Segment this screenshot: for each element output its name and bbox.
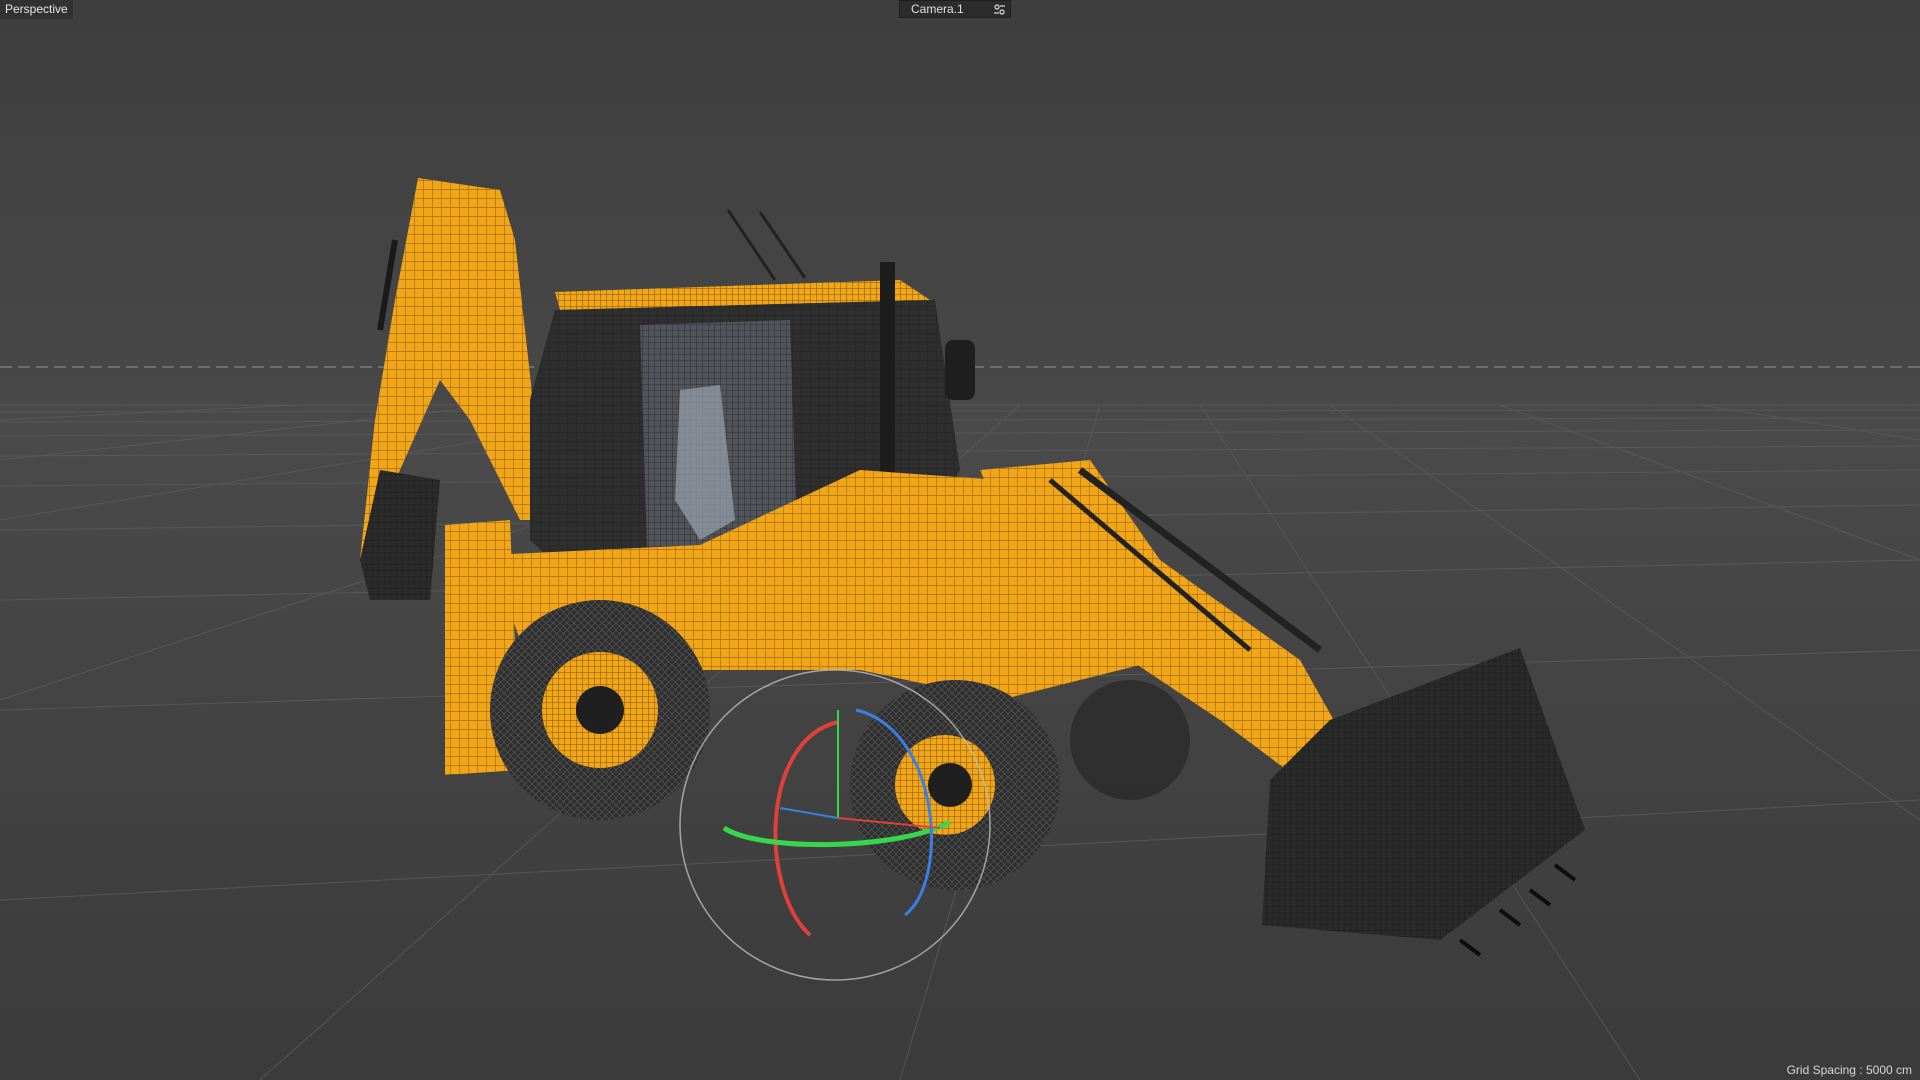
rear-wheel xyxy=(490,600,710,820)
camera-settings-icon[interactable] xyxy=(993,3,1006,16)
grid-spacing-label: Grid Spacing : 5000 cm xyxy=(1786,1063,1912,1077)
3d-viewport[interactable]: Perspective Camera.1 Grid Spacing : 5000… xyxy=(0,0,1920,1080)
backhoe-model[interactable] xyxy=(360,178,1585,957)
camera-name: Camera.1 xyxy=(911,2,964,16)
gizmo-x-ring[interactable] xyxy=(773,720,839,937)
viewport-scene[interactable] xyxy=(0,0,1920,1080)
camera-selector[interactable]: Camera.1 xyxy=(899,0,1011,18)
front-wheel xyxy=(850,680,1060,890)
viewport-view-label[interactable]: Perspective xyxy=(0,0,73,19)
exhaust-pipe xyxy=(880,262,895,480)
